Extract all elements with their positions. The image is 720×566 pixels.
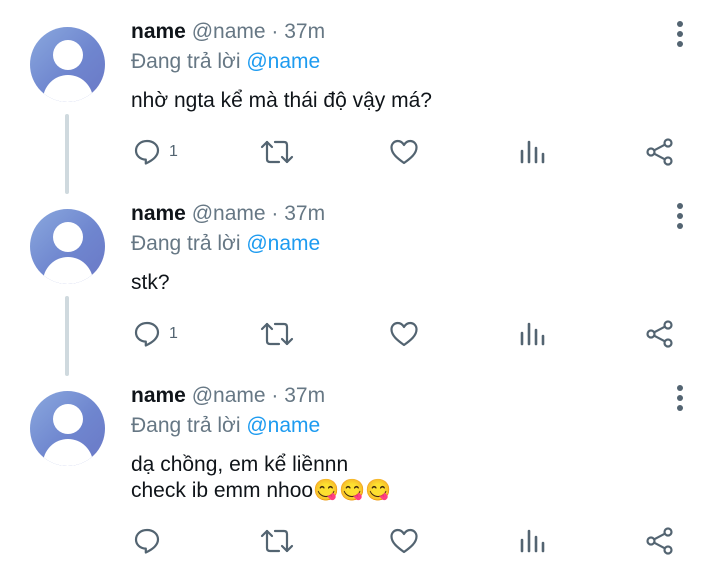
retweet-icon	[260, 140, 294, 164]
timestamp[interactable]: 37m	[284, 20, 325, 43]
more-vertical-icon[interactable]	[672, 385, 688, 411]
reply-count: 1	[169, 325, 178, 342]
tweet-text: nhờ ngta kể mà thái độ vậy má?	[131, 89, 432, 112]
stats-icon	[520, 140, 545, 164]
default-avatar-icon	[53, 40, 83, 70]
tweet-header: name @name · 37m	[131, 383, 325, 409]
retweet-icon	[260, 529, 294, 553]
more-vertical-icon[interactable]	[672, 21, 688, 47]
like-button[interactable]	[389, 317, 419, 351]
separator-dot: ·	[271, 384, 279, 407]
share-button[interactable]	[645, 317, 675, 351]
reply-icon	[134, 321, 160, 347]
reply-mention-link[interactable]: @name	[246, 232, 320, 255]
default-avatar-icon	[53, 404, 83, 434]
tweet-header: name @name · 37m	[131, 201, 325, 227]
action-bar: 1	[0, 135, 720, 169]
default-avatar-icon	[53, 222, 83, 252]
reply-button[interactable]: 1	[133, 135, 178, 169]
heart-icon	[390, 528, 418, 554]
display-name[interactable]: name	[131, 202, 186, 225]
stats-button[interactable]	[518, 317, 546, 351]
stats-button[interactable]	[518, 524, 546, 558]
user-handle[interactable]: @name	[192, 202, 266, 225]
share-button[interactable]	[645, 135, 675, 169]
display-name[interactable]: name	[131, 384, 186, 407]
like-button[interactable]	[389, 524, 419, 558]
user-handle[interactable]: @name	[192, 20, 266, 43]
share-icon	[646, 527, 673, 555]
replying-to: Đang trả lời @name	[131, 49, 320, 75]
heart-icon	[390, 139, 418, 165]
retweet-icon	[260, 322, 294, 346]
tweet-text: stk?	[131, 271, 170, 294]
timestamp[interactable]: 37m	[284, 202, 325, 225]
user-handle[interactable]: @name	[192, 384, 266, 407]
tweet-text: dạ chồng, em kể liềnnn check ib emm nhoo…	[131, 453, 392, 502]
action-bar	[0, 524, 720, 558]
share-button[interactable]	[645, 524, 675, 558]
stats-button[interactable]	[518, 135, 546, 169]
reply-button[interactable]: 1	[133, 317, 178, 351]
share-icon	[646, 320, 673, 348]
retweet-button[interactable]	[259, 135, 295, 169]
avatar[interactable]	[30, 27, 105, 102]
replying-to-label: Đang trả lời	[131, 414, 241, 437]
reply-icon	[134, 528, 160, 554]
like-button[interactable]	[389, 135, 419, 169]
avatar[interactable]	[30, 209, 105, 284]
reply-mention-link[interactable]: @name	[246, 414, 320, 437]
reply-button[interactable]	[133, 524, 169, 558]
retweet-button[interactable]	[259, 524, 295, 558]
more-vertical-icon[interactable]	[672, 203, 688, 229]
timestamp[interactable]: 37m	[284, 384, 325, 407]
action-bar: 1	[0, 317, 720, 351]
replying-to: Đang trả lời @name	[131, 231, 320, 257]
stats-icon	[520, 322, 545, 346]
reply-count: 1	[169, 143, 178, 160]
display-name[interactable]: name	[131, 20, 186, 43]
reply-mention-link[interactable]: @name	[246, 50, 320, 73]
separator-dot: ·	[271, 202, 279, 225]
replying-to: Đang trả lời @name	[131, 413, 320, 439]
reply-icon	[134, 139, 160, 165]
stats-icon	[520, 529, 545, 553]
replying-to-label: Đang trả lời	[131, 50, 241, 73]
share-icon	[646, 138, 673, 166]
retweet-button[interactable]	[259, 317, 295, 351]
separator-dot: ·	[271, 20, 279, 43]
avatar[interactable]	[30, 391, 105, 466]
tweet-header: name @name · 37m	[131, 19, 325, 45]
heart-icon	[390, 321, 418, 347]
replying-to-label: Đang trả lời	[131, 232, 241, 255]
